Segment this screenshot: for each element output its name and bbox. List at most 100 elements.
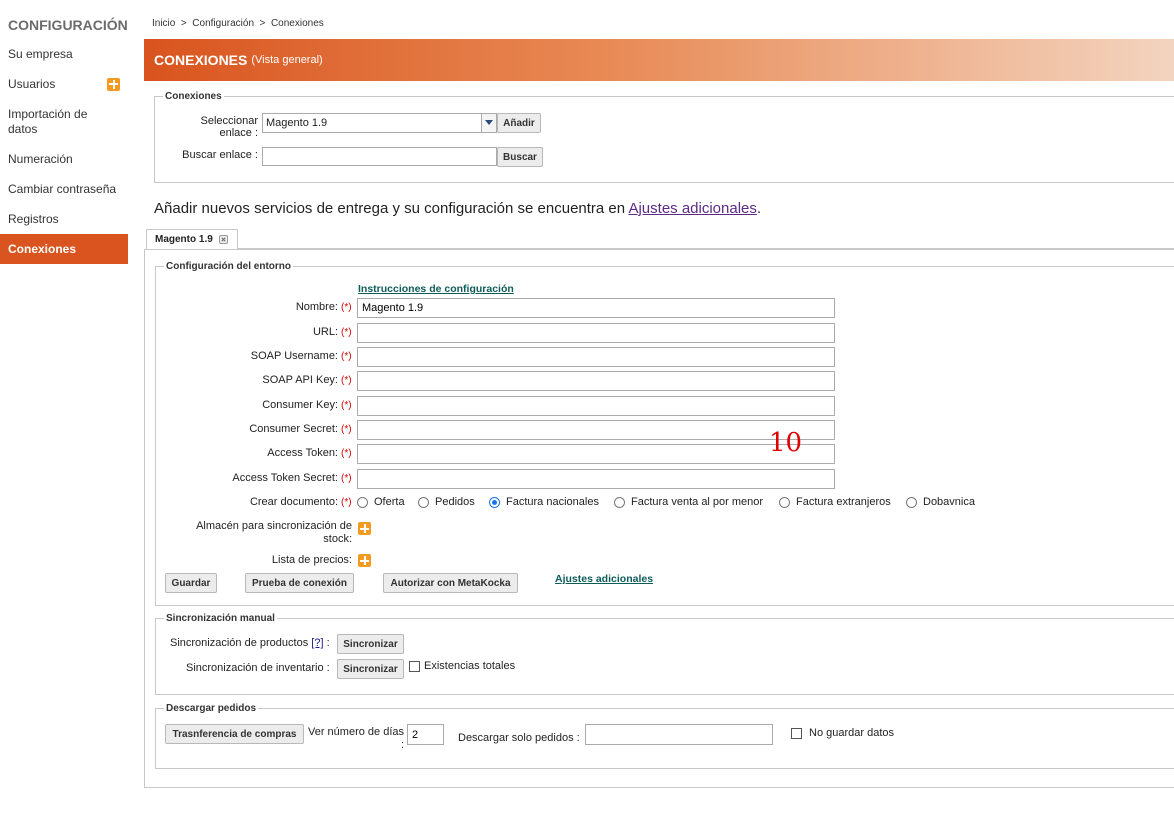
required-mark: (*) (341, 302, 352, 313)
consumer-key-label: Consumer Key: (262, 399, 338, 411)
sidebar-item-label: Importación de datos (8, 106, 88, 136)
radio-dobavnica[interactable]: Dobavnica (906, 496, 975, 508)
url-label: URL: (312, 326, 338, 338)
search-link-input[interactable] (262, 147, 497, 166)
sidebar-item-registros[interactable]: Registros (0, 204, 128, 234)
sidebar-item-conexiones[interactable]: Conexiones (0, 234, 128, 264)
sidebar-item-usuarios[interactable]: Usuarios (0, 69, 128, 99)
radio-button[interactable] (906, 496, 917, 508)
url-input[interactable] (357, 323, 835, 343)
tab-label: Magento 1.9 (155, 234, 213, 245)
no-save-label: No guardar datos (809, 727, 894, 739)
required-mark: (*) (341, 327, 352, 338)
inventory-sync-label: Sincronización de inventario : (186, 662, 330, 674)
sync-inventory-button[interactable]: Sincronizar (337, 659, 404, 679)
add-warehouse-icon[interactable] (358, 522, 371, 535)
only-orders-label: Descargar solo pedidos : (458, 732, 580, 744)
required-mark: (*) (341, 351, 352, 362)
access-token-secret-input[interactable] (357, 469, 835, 489)
page-header: CONEXIONES (Vista general) (144, 39, 1174, 81)
product-sync-label: Sincronización de productos [?] : (170, 637, 330, 649)
product-sync-suffix: : (326, 637, 330, 649)
tab-magento[interactable]: Magento 1.9 (146, 229, 238, 249)
soap-api-key-input[interactable] (357, 371, 835, 391)
required-mark: (*) (341, 497, 352, 508)
consumer-key-input[interactable] (357, 396, 835, 416)
no-save-option[interactable]: No guardar datos (791, 727, 894, 739)
no-save-checkbox[interactable] (791, 727, 802, 739)
required-mark: (*) (341, 400, 352, 411)
add-user-icon[interactable] (107, 77, 120, 91)
manual-sync-legend: Sincronización manual (166, 613, 275, 624)
note-text: Añadir nuevos servicios de entrega y su … (154, 200, 629, 217)
total-stock-option[interactable]: Existencias totales (409, 660, 515, 672)
page-title: CONEXIONES (154, 52, 248, 68)
access-token-input[interactable] (357, 444, 835, 464)
test-connection-button[interactable]: Prueba de conexión (245, 573, 354, 593)
sidebar-item-label: Cambiar contraseña (8, 181, 117, 196)
days-input[interactable] (407, 724, 444, 745)
radio-label: Pedidos (435, 496, 475, 508)
close-icon[interactable] (218, 235, 228, 244)
name-label: Nombre: (295, 301, 338, 313)
setup-instructions-link[interactable]: Instrucciones de configuración (358, 283, 514, 295)
search-link-label: Buscar enlace : (182, 149, 258, 161)
sidebar-item-label: Usuarios (8, 76, 56, 91)
days-label: Ver número de días : (307, 726, 404, 751)
radio-button-selected[interactable] (489, 496, 500, 508)
overlay-number: 10 (769, 428, 803, 458)
additional-settings-link-2[interactable]: Ajustes adicionales (555, 573, 653, 585)
radio-factura-nacionales[interactable]: Factura nacionales (489, 496, 599, 508)
sidebar-item-su-empresa[interactable]: Su empresa (0, 39, 128, 69)
purchase-transfer-button[interactable]: Trasnferencia de compras (165, 724, 304, 744)
page-subtitle: (Vista general) (251, 54, 323, 66)
link-select-value: Magento 1.9 (266, 117, 328, 129)
name-input[interactable] (357, 298, 835, 318)
help-link[interactable]: [?] (311, 637, 323, 649)
radio-label: Oferta (374, 496, 405, 508)
authorize-metakocka-button[interactable]: Autorizar con MetaKocka (383, 573, 518, 593)
soap-username-input[interactable] (357, 347, 835, 367)
sidebar-title: CONFIGURACIÓN (8, 17, 128, 33)
additional-settings-note: Añadir nuevos servicios de entrega y su … (154, 200, 761, 217)
soap-api-key-label: SOAP API Key: (262, 374, 338, 386)
add-button[interactable]: Añadir (497, 113, 541, 133)
consumer-secret-label: Consumer Secret: (249, 423, 338, 435)
link-select[interactable]: Magento 1.9 (262, 113, 497, 133)
radio-button[interactable] (779, 496, 790, 508)
sidebar: CONFIGURACIÓN Su empresa Usuarios Import… (0, 0, 128, 264)
required-mark: (*) (341, 375, 352, 386)
radio-button[interactable] (418, 496, 429, 508)
chevron-down-icon[interactable] (481, 114, 496, 132)
required-mark: (*) (341, 473, 352, 484)
sidebar-item-importacion[interactable]: Importación de datos (0, 99, 128, 144)
radio-button[interactable] (614, 496, 625, 508)
search-button[interactable]: Buscar (497, 147, 543, 167)
radio-factura-venta[interactable]: Factura venta al por menor (614, 496, 763, 508)
select-link-label: Seleccionar enlace : (200, 115, 258, 139)
radio-pedidos[interactable]: Pedidos (418, 496, 475, 508)
environment-legend: Configuración del entorno (166, 261, 291, 272)
connections-legend: Conexiones (165, 91, 222, 102)
save-button[interactable]: Guardar (165, 573, 217, 593)
sync-products-button[interactable]: Sincronizar (337, 634, 404, 654)
sidebar-item-cambiar-contrasena[interactable]: Cambiar contraseña (0, 174, 128, 204)
consumer-secret-input[interactable] (357, 420, 835, 440)
sidebar-item-label: Numeración (8, 151, 73, 166)
sidebar-item-label: Registros (8, 211, 59, 226)
note-end: . (756, 200, 762, 217)
radio-factura-extranjeros[interactable]: Factura extranjeros (779, 496, 891, 508)
radio-oferta[interactable]: Oferta (357, 496, 405, 508)
radio-button[interactable] (357, 496, 368, 508)
breadcrumb: Inicio > Configuración > Conexiones (152, 18, 324, 29)
sidebar-item-label: Conexiones (8, 241, 77, 256)
sidebar-item-numeracion[interactable]: Numeración (0, 144, 128, 174)
radio-label: Factura venta al por menor (631, 496, 764, 508)
radio-label: Dobavnica (923, 496, 975, 508)
connections-fieldset: Conexiones (154, 91, 1174, 183)
only-orders-input[interactable] (585, 724, 773, 745)
add-price-list-icon[interactable] (358, 554, 371, 567)
total-stock-checkbox[interactable] (409, 660, 420, 672)
additional-settings-link[interactable]: Ajustes adicionales (628, 200, 756, 217)
stock-sync-label: Almacén para sincronización de stock: (196, 520, 352, 545)
